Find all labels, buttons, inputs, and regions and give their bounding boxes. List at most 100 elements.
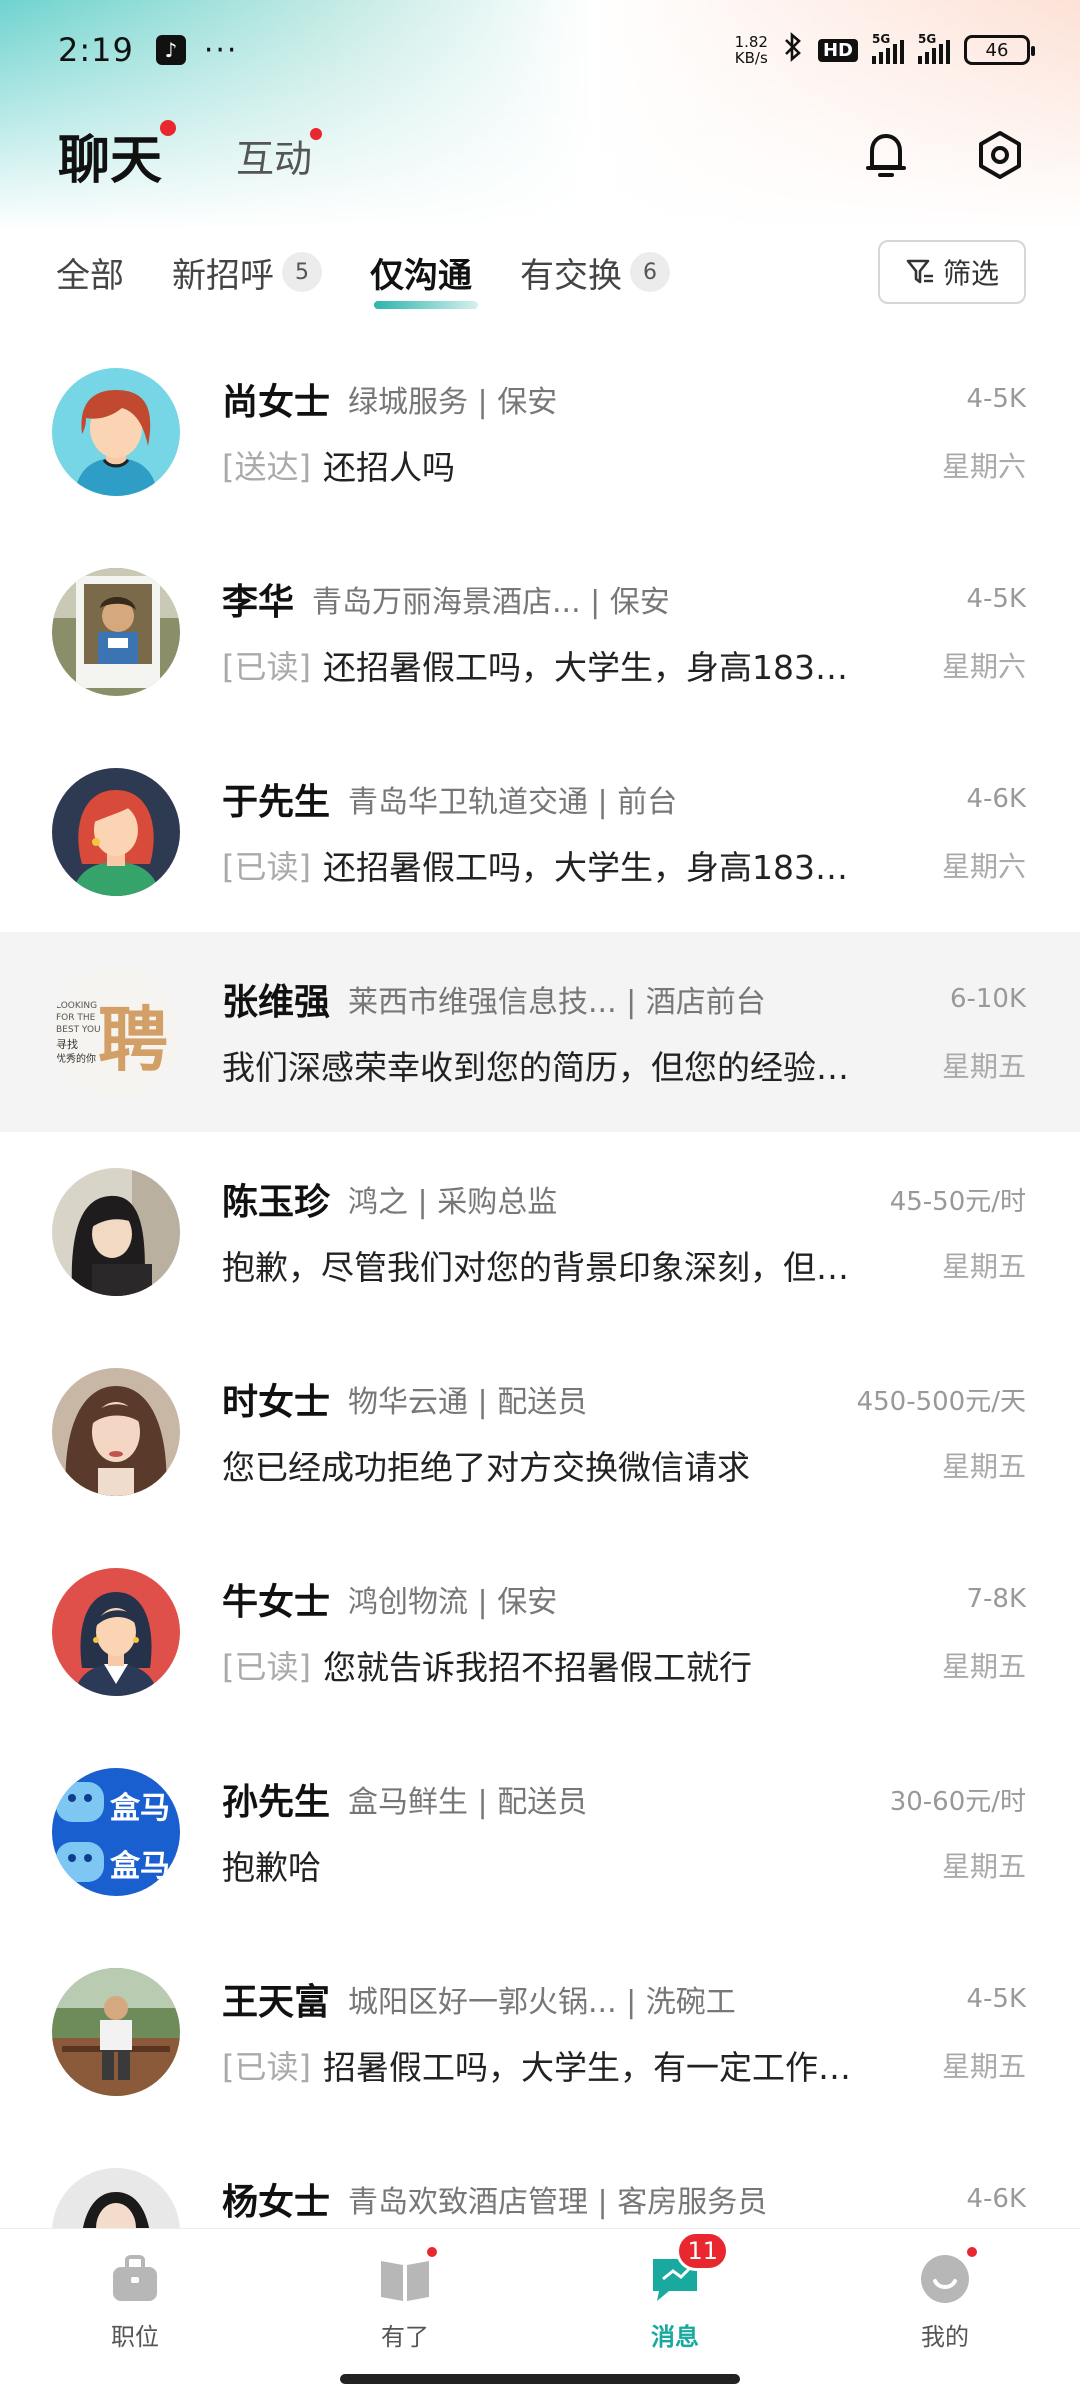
hema-logo-text: 盒马	[110, 1849, 170, 1884]
message-status: [已读]	[222, 648, 311, 686]
salary: 6-10K	[949, 984, 1026, 1014]
contact-name: 尚女士	[222, 382, 331, 423]
interaction-red-dot	[310, 127, 323, 140]
pin-small-text: BEST YOU	[56, 1025, 101, 1035]
nav-profile[interactable]: 我的	[810, 2229, 1080, 2400]
message-status: [已读]	[222, 2048, 311, 2086]
contact-name: 孙先生	[222, 1782, 331, 1823]
salary: 4-5K	[966, 1984, 1026, 2014]
contact-name: 时女士	[222, 1382, 331, 1423]
contact-name: 于先生	[222, 782, 331, 823]
chat-item[interactable]: 于先生 青岛华卫轨道交通 | 前台 4-6K [已读] 还招暑假工吗，大学生，身…	[0, 732, 1080, 932]
status-bar: 2:19 ♪ ··· 1.82 KB/s HD 5G 5G 46	[0, 0, 1080, 100]
message-day: 星期五	[941, 2050, 1026, 2083]
salary: 4-6K	[966, 784, 1026, 814]
avatar	[52, 1968, 180, 2096]
filter-tab-exchanged[interactable]: 有交换 6	[520, 248, 670, 297]
nav-label: 消息	[651, 2323, 699, 2351]
company-role: 物华云通 | 配送员	[348, 1385, 588, 1420]
company-role: 青岛欢致酒店管理 | 客房服务员	[348, 2185, 768, 2220]
status-time: 2:19	[58, 31, 134, 69]
contact-name: 王天富	[222, 1982, 331, 2023]
company-role: 莱西市维强信息技... | 酒店前台	[348, 985, 766, 1020]
pin-small-text: LOOKING	[56, 1001, 97, 1011]
chat-item[interactable]: LOOKING FOR THE BEST YOU 寻找 优秀的你 聘 张维强 莱…	[0, 932, 1080, 1132]
funnel-icon	[906, 259, 933, 284]
message-day: 星期五	[941, 1250, 1026, 1283]
chat-item[interactable]: 李华 青岛万丽海景酒店... | 保安 4-5K [已读] 还招暑假工吗，大学生…	[0, 532, 1080, 732]
pin-small-text: 优秀的你	[56, 1052, 96, 1065]
nav-jobs[interactable]: 职位	[0, 2229, 270, 2400]
message-day: 星期六	[941, 450, 1026, 483]
salary: 30-60元/时	[889, 1786, 1026, 1817]
salary: 4-5K	[966, 384, 1026, 414]
chat-red-dot	[160, 119, 177, 136]
salary: 45-50元/时	[889, 1186, 1026, 1217]
avatar	[52, 1568, 180, 1696]
nav-label: 职位	[111, 2323, 159, 2351]
messages-count-badge: 11	[676, 2231, 729, 2271]
chat-title: 聊天	[58, 130, 163, 191]
chat-item[interactable]: 牛女士 鸿创物流 | 保安 7-8K [已读] 您就告诉我招不招暑假工就行 星期…	[0, 1532, 1080, 1732]
company-role: 鸿创物流 | 保安	[348, 1585, 558, 1620]
hd-badge: HD	[817, 38, 858, 62]
battery-icon: 46	[964, 35, 1035, 65]
salary: 450-500元/天	[856, 1386, 1026, 1417]
sim1-label: 5G	[872, 32, 891, 46]
last-message: 招暑假工吗，大学生，有一定工作…	[322, 2048, 851, 2087]
net-speed: 1.82 KB/s	[735, 34, 768, 66]
last-message: 您已经成功拒绝了对方交换微信请求	[222, 1448, 750, 1487]
salary: 4-6K	[966, 2184, 1026, 2214]
company-role: 鸿之 | 采购总监	[348, 1185, 558, 1220]
header: 聊天 互动	[0, 100, 1080, 210]
last-message: 还招暑假工吗，大学生，身高183…	[322, 848, 848, 887]
filter-button[interactable]: 筛选	[878, 240, 1026, 304]
chat-item[interactable]: 陈玉珍 鸿之 | 采购总监 45-50元/时 抱歉，尽管我们对您的背景印象深刻，…	[0, 1132, 1080, 1332]
filter-tab-new-greeting[interactable]: 新招呼 5	[172, 248, 322, 297]
hema-logo-text: 盒马	[110, 1791, 170, 1826]
chat-item[interactable]: 盒马 盒马 孙先生 盒马鲜生 | 配送员 30-60元/时 抱歉哈 星期五	[0, 1732, 1080, 1932]
chat-item[interactable]: 尚女士 绿城服务 | 保安 4-5K [送达] 还招人吗 星期六	[0, 332, 1080, 532]
signal-icon-1: 5G	[872, 32, 904, 64]
salary: 7-8K	[966, 1584, 1026, 1614]
nav-red-dot	[965, 2245, 979, 2259]
filter-tab-all[interactable]: 全部	[56, 248, 124, 297]
nav-label: 我的	[921, 2323, 969, 2351]
settings-icon[interactable]	[974, 129, 1026, 181]
message-status: [送达]	[222, 448, 311, 486]
filter-tab-label: 仅沟通	[370, 255, 472, 296]
salary: 4-5K	[966, 584, 1026, 614]
signal-icon-2: 5G	[918, 32, 950, 64]
tab-interaction[interactable]: 互动	[236, 127, 323, 183]
filter-button-label: 筛选	[942, 257, 999, 290]
chat-item[interactable]: 时女士 物华云通 | 配送员 450-500元/天 您已经成功拒绝了对方交换微信…	[0, 1332, 1080, 1532]
chat-item[interactable]: 王天富 城阳区好一郭火锅... | 洗碗工 4-5K [已读] 招暑假工吗，大学…	[0, 1932, 1080, 2132]
last-message: 还招暑假工吗，大学生，身高183…	[322, 648, 848, 687]
filter-count-badge: 5	[282, 252, 322, 292]
net-speed-unit: KB/s	[734, 49, 768, 67]
more-dots-icon: ···	[203, 32, 239, 68]
avatar: 盒马 盒马	[52, 1768, 180, 1896]
tab-chat[interactable]: 聊天	[58, 118, 177, 193]
company-role: 盒马鲜生 | 配送员	[348, 1785, 588, 1820]
interaction-label: 互动	[236, 136, 313, 181]
message-day: 星期五	[941, 1450, 1026, 1483]
avatar	[52, 568, 180, 696]
contact-name: 张维强	[222, 982, 331, 1023]
company-role: 青岛万丽海景酒店... | 保安	[312, 585, 670, 620]
filter-count-badge: 6	[630, 252, 670, 292]
avatar: LOOKING FOR THE BEST YOU 寻找 优秀的你 聘	[52, 968, 180, 1096]
company-role: 城阳区好一郭火锅... | 洗碗工	[348, 1985, 736, 2020]
last-message: 还招人吗	[322, 448, 455, 487]
filter-tab-communicated[interactable]: 仅沟通	[370, 248, 478, 309]
message-day: 星期六	[941, 850, 1026, 883]
chat-list: 尚女士 绿城服务 | 保安 4-5K [送达] 还招人吗 星期六 李华 青岛万丽…	[0, 332, 1080, 2332]
nav-label: 有了	[381, 2323, 429, 2351]
sim2-label: 5G	[918, 32, 937, 46]
home-indicator[interactable]	[340, 2374, 740, 2384]
contact-name: 杨女士	[222, 2182, 331, 2223]
company-role: 青岛华卫轨道交通 | 前台	[348, 785, 678, 820]
message-status: [已读]	[222, 1648, 311, 1686]
bell-icon[interactable]	[860, 129, 912, 181]
message-day: 星期五	[941, 1650, 1026, 1683]
